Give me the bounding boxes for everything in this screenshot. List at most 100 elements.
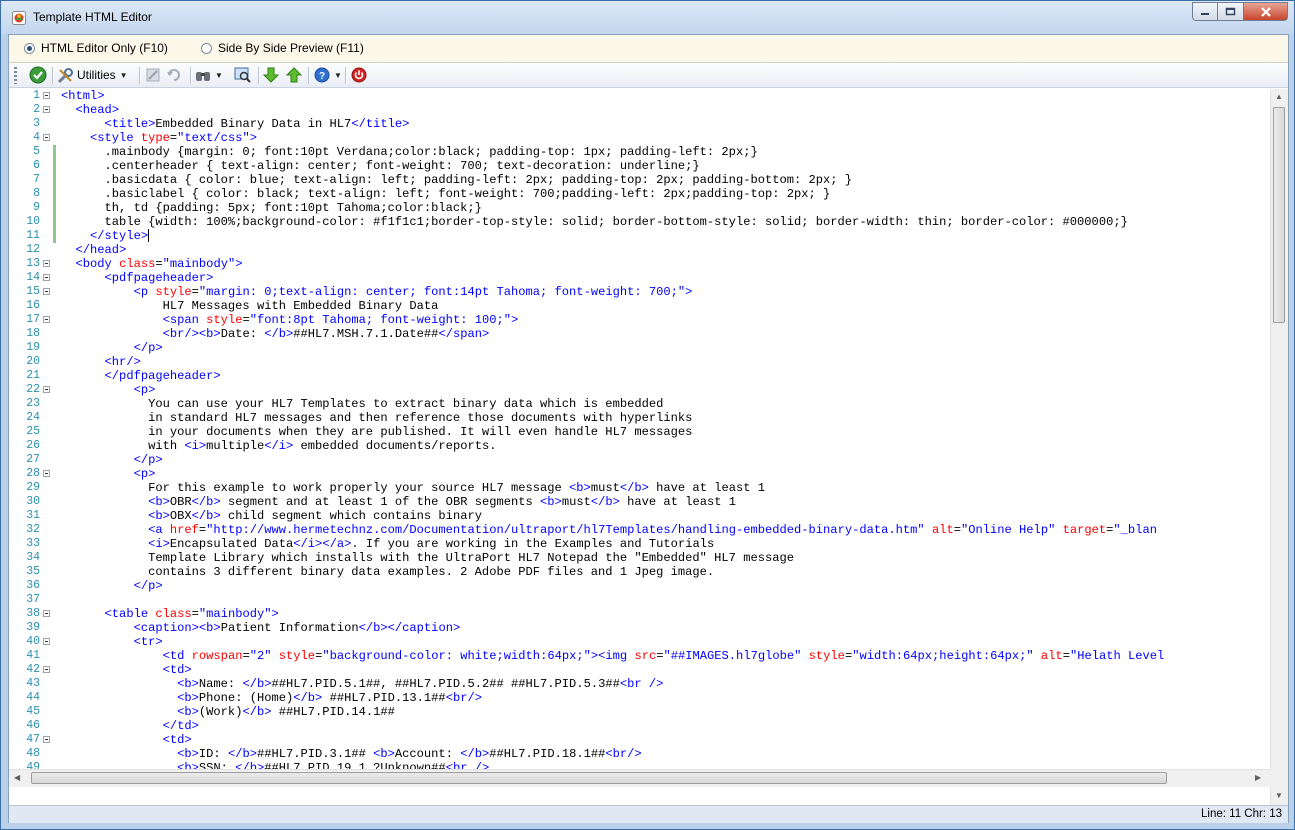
code-text: contains 3 different binary data example… bbox=[61, 565, 715, 579]
move-down-button[interactable] bbox=[263, 66, 279, 84]
changed-line-marker bbox=[53, 201, 56, 215]
window-title: Template HTML Editor bbox=[33, 10, 152, 24]
toolbar-separator bbox=[52, 67, 54, 84]
save-button[interactable] bbox=[29, 66, 47, 84]
line-number: 6 bbox=[33, 159, 40, 172]
fold-toggle-icon[interactable] bbox=[43, 134, 50, 141]
line-number: 48 bbox=[26, 747, 40, 760]
code-text: <td> bbox=[162, 663, 192, 677]
line-number: 10 bbox=[26, 215, 40, 228]
code-text: <html> bbox=[61, 89, 105, 103]
code-text: .basicdata { color: blue; text-align: le… bbox=[61, 173, 853, 187]
arrow-up-icon bbox=[286, 67, 302, 83]
code-text: <br/><b>Date: </b>##HL7.MSH.7.1.Date##</… bbox=[162, 327, 490, 341]
toolbar-grip[interactable] bbox=[14, 67, 17, 84]
line-number: 45 bbox=[26, 705, 40, 718]
line-number: 32 bbox=[26, 523, 40, 536]
line-number: 35 bbox=[26, 565, 40, 578]
line-number: 24 bbox=[26, 411, 40, 424]
find-button[interactable]: ▼ bbox=[195, 66, 223, 84]
fold-toggle-icon[interactable] bbox=[43, 316, 50, 323]
fold-toggle-icon[interactable] bbox=[43, 288, 50, 295]
line-number: 27 bbox=[26, 453, 40, 466]
cut-button[interactable] bbox=[145, 66, 161, 84]
fold-toggle-icon[interactable] bbox=[43, 638, 50, 645]
line-number: 41 bbox=[26, 649, 40, 662]
code-text: Template Library which installs with the… bbox=[61, 551, 795, 565]
undo-button[interactable] bbox=[166, 66, 182, 84]
editor-window: Template HTML Editor HTML Editor Only (F… bbox=[0, 0, 1295, 830]
line-number: 7 bbox=[33, 173, 40, 186]
code-text: <p> bbox=[133, 383, 156, 397]
move-up-button[interactable] bbox=[286, 66, 302, 84]
changed-line-marker bbox=[53, 145, 56, 159]
line-number: 47 bbox=[26, 733, 40, 746]
line-number: 25 bbox=[26, 425, 40, 438]
minimize-button[interactable] bbox=[1192, 2, 1218, 21]
code-text: <style type="text/css"> bbox=[90, 131, 257, 145]
fold-toggle-icon[interactable] bbox=[43, 736, 50, 743]
maximize-button[interactable] bbox=[1218, 2, 1244, 21]
line-number: 15 bbox=[26, 285, 40, 298]
code-text: <i>Encapsulated Data</i></a>. If you are… bbox=[148, 537, 715, 551]
radio-unchecked-icon[interactable] bbox=[201, 42, 212, 54]
line-number: 13 bbox=[26, 257, 40, 270]
mode-html-only[interactable]: HTML Editor Only (F10) bbox=[24, 41, 168, 55]
utilities-menu-button[interactable]: Utilities ▼ bbox=[57, 66, 128, 84]
line-number: 28 bbox=[26, 467, 40, 480]
fold-toggle-icon[interactable] bbox=[43, 470, 50, 477]
fold-toggle-icon[interactable] bbox=[43, 610, 50, 617]
vertical-scrollbar[interactable]: ▲ ▼ bbox=[1270, 89, 1288, 805]
toolbar-separator bbox=[308, 67, 310, 84]
code-text: <b>OBR</b> segment and at least 1 of the… bbox=[148, 495, 737, 509]
line-number: 11 bbox=[26, 229, 40, 242]
line-number: 4 bbox=[33, 131, 40, 144]
code-editor[interactable]: 1 <html> 2 <head> 3 <title>Embedded Binary … bbox=[9, 89, 1288, 805]
radio-checked-icon[interactable] bbox=[24, 42, 35, 54]
close-button[interactable] bbox=[1244, 2, 1288, 21]
scroll-up-icon[interactable]: ▲ bbox=[1275, 92, 1283, 101]
scroll-corner bbox=[1271, 769, 1288, 786]
text-cursor bbox=[148, 229, 150, 243]
horizontal-scroll-thumb[interactable] bbox=[31, 772, 1167, 784]
code-text: .basiclabel { color: black; text-align: … bbox=[61, 187, 831, 201]
preview-button[interactable] bbox=[234, 66, 251, 84]
line-number: 5 bbox=[33, 145, 40, 158]
line-number: 44 bbox=[26, 691, 40, 704]
utilities-label: Utilities bbox=[77, 68, 116, 82]
code-text: <a href="http://www.hermetechnz.com/Docu… bbox=[148, 523, 1157, 537]
line-number: 36 bbox=[26, 579, 40, 592]
line-number: 42 bbox=[26, 663, 40, 676]
fold-toggle-icon[interactable] bbox=[43, 106, 50, 113]
fold-toggle-icon[interactable] bbox=[43, 666, 50, 673]
changed-line-marker bbox=[53, 215, 56, 229]
tools-icon bbox=[57, 67, 73, 83]
mode-bar: HTML Editor Only (F10) Side By Side Prev… bbox=[9, 35, 1288, 63]
fold-toggle-icon[interactable] bbox=[43, 274, 50, 281]
code-text: <p style="margin: 0;text-align: center; … bbox=[133, 285, 693, 299]
scroll-down-icon[interactable]: ▼ bbox=[1275, 791, 1283, 800]
undo-icon bbox=[167, 69, 180, 81]
chevron-down-icon: ▼ bbox=[119, 70, 128, 80]
help-button[interactable]: ? ▼ bbox=[314, 66, 342, 84]
toolbar: Utilities ▼ ▼ ? ▼ bbox=[9, 63, 1288, 88]
vertical-scroll-thumb[interactable] bbox=[1273, 107, 1285, 323]
scroll-left-icon[interactable]: ◀ bbox=[14, 773, 20, 782]
changed-line-marker bbox=[53, 229, 56, 243]
mode-side-by-side[interactable]: Side By Side Preview (F11) bbox=[201, 41, 364, 55]
code-text: For this example to work properly your s… bbox=[61, 481, 766, 495]
code-text: <p> bbox=[133, 467, 156, 481]
toolbar-separator bbox=[258, 67, 260, 84]
line-number: 20 bbox=[26, 355, 40, 368]
line-number: 12 bbox=[26, 243, 40, 256]
exit-button[interactable] bbox=[351, 66, 367, 84]
line-number: 38 bbox=[26, 607, 40, 620]
title-bar[interactable]: Template HTML Editor bbox=[1, 1, 1294, 34]
fold-toggle-icon[interactable] bbox=[43, 260, 50, 267]
fold-toggle-icon[interactable] bbox=[43, 386, 50, 393]
fold-toggle-icon[interactable] bbox=[43, 92, 50, 99]
horizontal-scrollbar[interactable]: ◀ ▶ bbox=[9, 769, 1271, 787]
code-text: </style> bbox=[90, 229, 150, 243]
toolbar-separator bbox=[139, 67, 141, 84]
scroll-right-icon[interactable]: ▶ bbox=[1255, 773, 1261, 782]
